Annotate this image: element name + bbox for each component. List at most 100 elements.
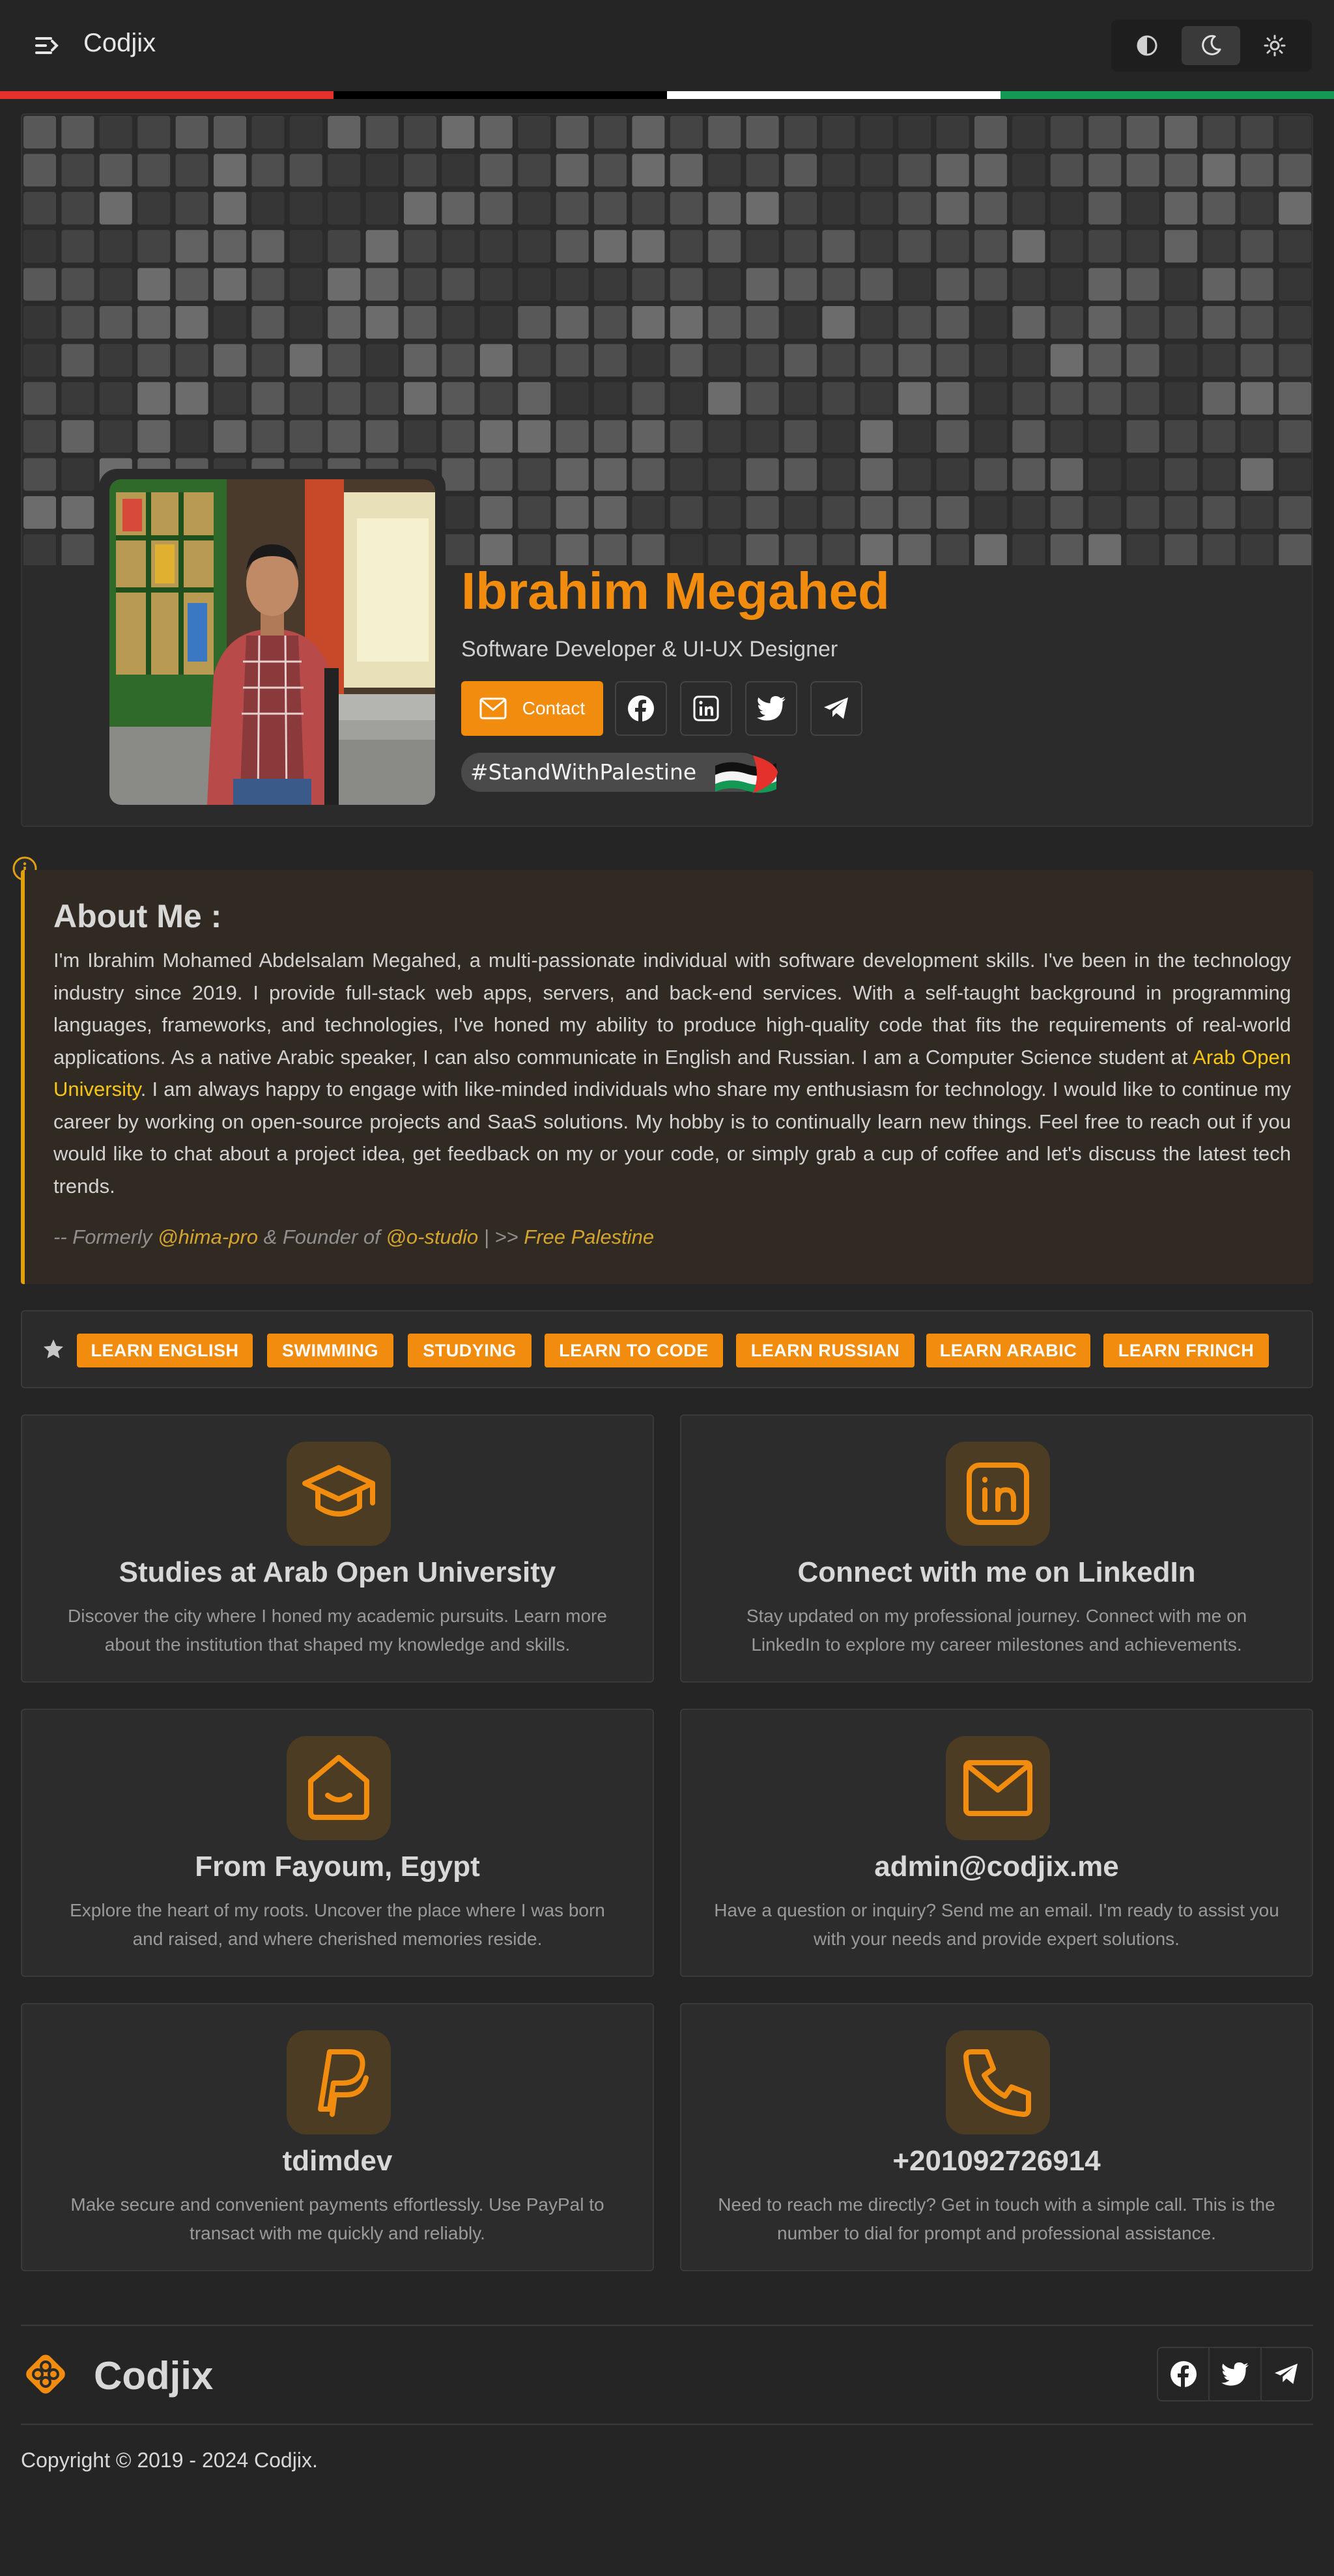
mosaic-tile xyxy=(632,458,665,491)
mosaic-tile xyxy=(822,306,855,339)
card-title: +201092726914 xyxy=(892,2145,1101,2177)
card-email[interactable]: admin@codjix.me Have a question or inqui… xyxy=(680,1709,1313,1977)
free-palestine-link[interactable]: Free Palestine xyxy=(524,1225,654,1248)
mosaic-tile xyxy=(1279,458,1312,491)
mosaic-tile xyxy=(1126,191,1159,225)
profile-name: Ibrahim Megahed xyxy=(461,562,890,620)
mosaic-tile xyxy=(99,154,132,187)
mosaic-tile xyxy=(784,382,817,415)
footer-divider xyxy=(21,2424,1313,2425)
mosaic-tile xyxy=(137,306,171,339)
mosaic-tile xyxy=(594,306,627,339)
mosaic-tile xyxy=(214,420,246,453)
mosaic-tile xyxy=(632,154,665,187)
twitter-icon[interactable] xyxy=(745,681,797,736)
mosaic-tile xyxy=(860,268,893,301)
mosaic-tile xyxy=(479,420,513,453)
menu-icon[interactable] xyxy=(34,33,60,59)
mosaic-tile xyxy=(556,191,589,225)
mosaic-tile xyxy=(137,230,171,263)
mosaic-tile xyxy=(99,230,132,263)
mosaic-tile xyxy=(860,344,893,377)
mosaic-tile xyxy=(328,230,361,263)
mosaic-tile xyxy=(1240,306,1273,339)
mosaic-tile xyxy=(175,154,208,187)
about-text-part: I'm Ibrahim Mohamed Abdelsalam Megahed, … xyxy=(53,949,1291,1069)
stand-with-palestine-badge: #StandWithPalestine xyxy=(461,753,778,793)
mosaic-tile xyxy=(1050,230,1083,263)
hima-pro-link[interactable]: @hima-pro xyxy=(158,1225,258,1248)
telegram-icon[interactable] xyxy=(1262,2348,1312,2400)
moon-icon[interactable] xyxy=(1182,26,1240,65)
mosaic-tile xyxy=(670,534,703,565)
mosaic-tile xyxy=(404,230,436,263)
mosaic-tile xyxy=(175,344,208,377)
mosaic-tile xyxy=(594,496,627,529)
footer-divider xyxy=(21,2325,1313,2326)
mosaic-tile xyxy=(328,344,361,377)
mosaic-tile xyxy=(1088,116,1122,148)
twitter-icon[interactable] xyxy=(1210,2348,1262,2400)
mosaic-tile xyxy=(1165,116,1197,148)
mosaic-tile xyxy=(442,191,475,225)
footer-brand[interactable]: Codjix xyxy=(94,2353,213,2398)
mosaic-tile xyxy=(518,458,551,491)
mosaic-tile xyxy=(898,420,931,453)
mosaic-tile xyxy=(594,191,627,225)
mosaic-tile xyxy=(708,268,741,301)
codjix-logo-icon[interactable] xyxy=(21,2349,70,2399)
mosaic-tile xyxy=(860,154,893,187)
mosaic-tile xyxy=(365,344,399,377)
mosaic-tile xyxy=(1240,382,1273,415)
contact-button[interactable]: Contact xyxy=(461,681,603,736)
mosaic-tile xyxy=(289,268,322,301)
mosaic-tile xyxy=(822,382,855,415)
mosaic-tile xyxy=(479,154,513,187)
profile-photo-frame xyxy=(99,469,446,814)
auto-theme-icon[interactable] xyxy=(1118,26,1176,65)
mosaic-tile xyxy=(708,382,741,415)
mosaic-tile xyxy=(974,344,1007,377)
mosaic-tile xyxy=(670,458,703,491)
o-studio-link[interactable]: @o-studio xyxy=(386,1225,478,1248)
mosaic-tile xyxy=(936,382,969,415)
mosaic-tile xyxy=(479,191,513,225)
mosaic-tile xyxy=(1126,420,1159,453)
mosaic-tile xyxy=(670,344,703,377)
mosaic-tile xyxy=(1050,344,1083,377)
mosaic-tile xyxy=(251,344,285,377)
mail-icon xyxy=(946,1736,1050,1840)
mosaic-tile xyxy=(1126,230,1159,263)
mosaic-tile xyxy=(1165,534,1197,565)
mosaic-tile xyxy=(61,458,94,491)
mosaic-tile xyxy=(898,268,931,301)
card-description: Have a question or inquiry? Send me an e… xyxy=(714,1900,1279,1949)
telegram-icon[interactable] xyxy=(810,681,862,736)
mosaic-tile xyxy=(974,420,1007,453)
sun-icon[interactable] xyxy=(1245,26,1304,65)
mosaic-tile xyxy=(214,382,246,415)
card-hometown[interactable]: From Fayoum, Egypt Explore the heart of … xyxy=(21,1709,654,1977)
hobby-chip: STUDYING xyxy=(408,1334,532,1367)
mosaic-tile xyxy=(822,496,855,529)
facebook-icon[interactable] xyxy=(615,681,667,736)
card-linkedin[interactable]: Connect with me on LinkedIn Stay updated… xyxy=(680,1414,1313,1683)
facebook-icon[interactable] xyxy=(1158,2348,1210,2400)
linkedin-icon[interactable] xyxy=(680,681,732,736)
mosaic-tile xyxy=(708,458,741,491)
brand-title[interactable]: Codjix xyxy=(83,29,156,58)
mosaic-tile xyxy=(974,306,1007,339)
mosaic-tile xyxy=(784,230,817,263)
card-university[interactable]: Studies at Arab Open University Discover… xyxy=(21,1414,654,1683)
mosaic-tile xyxy=(746,154,779,187)
mosaic-tile xyxy=(479,306,513,339)
mosaic-tile xyxy=(1088,458,1122,491)
mosaic-tile xyxy=(365,382,399,415)
card-paypal[interactable]: tdimdev Make secure and convenient payme… xyxy=(21,2003,654,2271)
mosaic-tile xyxy=(1050,116,1083,148)
card-phone[interactable]: +201092726914 Need to reach me directly?… xyxy=(680,2003,1313,2271)
home-icon xyxy=(287,1736,391,1840)
mosaic-tile xyxy=(175,191,208,225)
mosaic-tile xyxy=(1240,534,1273,565)
mosaic-tile xyxy=(23,191,56,225)
